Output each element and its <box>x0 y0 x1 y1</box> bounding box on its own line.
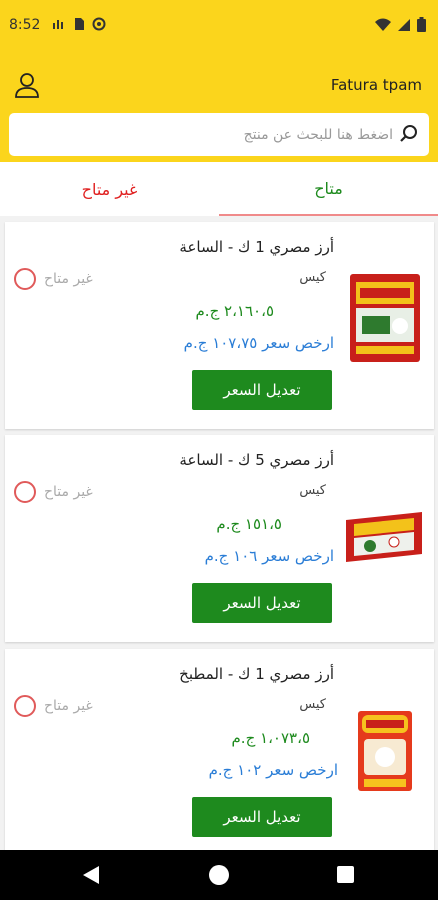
search-icon[interactable] <box>399 124 419 144</box>
status-system-icons <box>375 17 426 32</box>
product-price: ١،٠٧٣،٥ ج.م <box>231 729 310 747</box>
product-title: أرز مصري 1 ك - المطبخ <box>179 665 334 683</box>
search-input[interactable] <box>9 113 429 156</box>
edit-price-button[interactable]: تعديل السعر <box>192 370 332 410</box>
availability-tabs: متاح غير متاح <box>0 162 438 216</box>
unavailable-label: غير متاح <box>44 484 93 500</box>
product-price: ١٥١،٥ ج.م <box>216 515 282 533</box>
cheapest-price: ارخص سعر ١٠٧،٧٥ ج.م <box>183 334 334 352</box>
recent-apps-icon[interactable] <box>337 866 354 883</box>
product-unit: كيس <box>299 483 326 498</box>
radio-circle-icon[interactable] <box>14 268 36 290</box>
search-box[interactable] <box>9 113 429 156</box>
user-icon[interactable] <box>12 70 42 100</box>
edit-price-button[interactable]: تعديل السعر <box>192 797 332 837</box>
product-card: أرز مصري 1 ك - الساعة كيس ٢،١٦٠،٥ ج.م ار… <box>5 222 434 429</box>
wifi-icon <box>375 18 391 31</box>
product-title: أرز مصري 1 ك - الساعة <box>179 238 334 256</box>
product-unit: كيس <box>299 697 326 712</box>
android-nav-bar <box>0 850 438 900</box>
product-card: أرز مصري 1 ك - المطبخ كيس ١،٠٧٣،٥ ج.م ار… <box>5 649 434 856</box>
signal-bars-icon <box>53 20 63 29</box>
status-time: 8:52 <box>9 17 41 33</box>
unavailable-label: غير متاح <box>44 271 93 287</box>
home-icon[interactable] <box>209 865 229 885</box>
product-title: أرز مصري 5 ك - الساعة <box>179 451 334 469</box>
radio-circle-icon[interactable] <box>14 481 36 503</box>
cheapest-price: ارخص سعر ١٠٢ ج.م <box>208 761 338 779</box>
product-card: أرز مصري 5 ك - الساعة كيس ١٥١،٥ ج.م ارخص… <box>5 435 434 642</box>
status-notification-icons <box>52 17 106 31</box>
signal-icon <box>398 18 410 31</box>
product-unit: كيس <box>299 270 326 285</box>
vpn-icon <box>92 17 106 31</box>
unavailable-radio[interactable]: غير متاح <box>14 268 93 290</box>
app-header: 8:52 Fatura tpam <box>0 0 438 162</box>
status-bar: 8:52 <box>0 0 438 52</box>
product-image <box>350 274 420 362</box>
unavailable-label: غير متاح <box>44 698 93 714</box>
unavailable-radio[interactable]: غير متاح <box>14 695 93 717</box>
tab-unavailable[interactable]: غير متاح <box>0 162 219 216</box>
edit-price-button[interactable]: تعديل السعر <box>192 583 332 623</box>
product-image <box>358 711 412 791</box>
cheapest-price: ارخص سعر ١٠٦ ج.م <box>204 547 334 565</box>
app-title: Fatura tpam <box>330 76 422 94</box>
product-image <box>346 512 422 562</box>
radio-circle-icon[interactable] <box>14 695 36 717</box>
battery-icon <box>417 17 426 32</box>
back-icon[interactable] <box>82 865 100 885</box>
product-price: ٢،١٦٠،٥ ج.م <box>195 302 274 320</box>
sd-card-icon <box>75 18 84 30</box>
tab-available[interactable]: متاح <box>219 162 438 216</box>
unavailable-radio[interactable]: غير متاح <box>14 481 93 503</box>
